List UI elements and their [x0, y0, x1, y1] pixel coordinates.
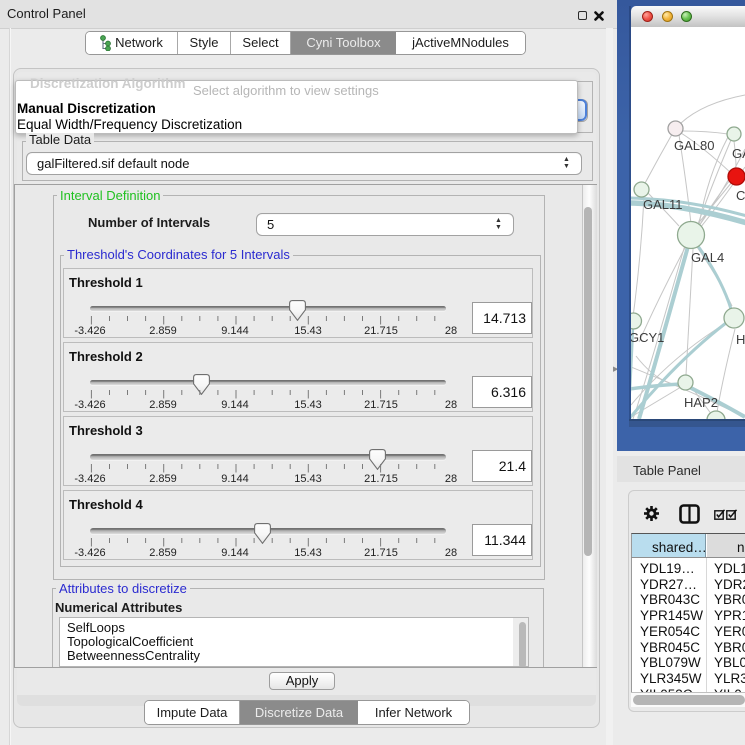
svg-text:GA: GA — [732, 146, 745, 161]
svg-text:GAL80: GAL80 — [674, 138, 714, 153]
svg-text:GCY1: GCY1 — [631, 330, 664, 345]
svg-text:GAL11: GAL11 — [643, 197, 683, 212]
svg-text:HAP2: HAP2 — [684, 395, 718, 410]
svg-text:C: C — [736, 188, 745, 203]
svg-text:H: H — [736, 332, 745, 347]
svg-text:GAL4: GAL4 — [691, 250, 724, 265]
